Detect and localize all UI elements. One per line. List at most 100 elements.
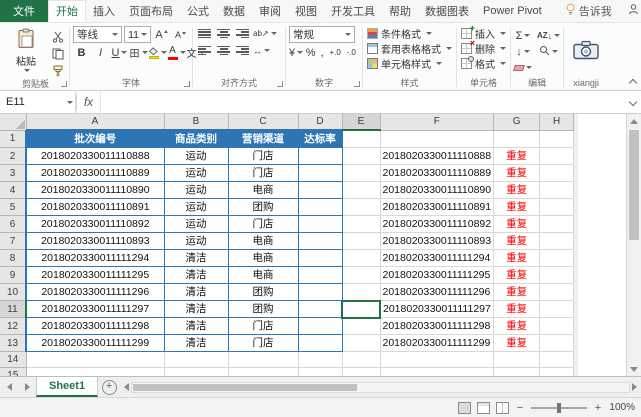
bold-button[interactable]: B bbox=[73, 45, 90, 60]
cell-B13[interactable]: 清洁 bbox=[164, 335, 228, 352]
camera-button[interactable] bbox=[573, 40, 599, 64]
row-header-13[interactable]: 13 bbox=[0, 335, 26, 352]
cell-A13[interactable]: 2018020330011111299 bbox=[26, 335, 164, 352]
italic-button[interactable]: I bbox=[92, 45, 109, 60]
row-header-8[interactable]: 8 bbox=[0, 250, 26, 267]
cell-G4[interactable]: 重复 bbox=[494, 182, 540, 199]
ribbon-tab-视图[interactable]: 视图 bbox=[288, 0, 324, 22]
orientation-button[interactable]: ab↗ bbox=[253, 26, 277, 41]
name-box[interactable]: E11 bbox=[0, 91, 62, 113]
cell-E7[interactable] bbox=[342, 233, 380, 250]
cell-H15[interactable] bbox=[540, 368, 574, 377]
cell-G11[interactable]: 重复 bbox=[494, 301, 540, 318]
vertical-scrollbar[interactable] bbox=[626, 114, 641, 376]
cell-B12[interactable]: 清洁 bbox=[164, 318, 228, 335]
cell-E6[interactable] bbox=[342, 216, 380, 233]
format-cells-button[interactable]: 格式 bbox=[460, 56, 507, 71]
cell-G5[interactable]: 重复 bbox=[494, 199, 540, 216]
cell-A15[interactable] bbox=[26, 368, 164, 377]
row-header-2[interactable]: 2 bbox=[0, 148, 26, 165]
row-header-12[interactable]: 12 bbox=[0, 318, 26, 335]
cell-D7[interactable] bbox=[298, 233, 342, 250]
select-all-corner[interactable] bbox=[0, 114, 26, 130]
cell-F4[interactable]: 2018020330011110890 bbox=[380, 182, 494, 199]
cell-E8[interactable] bbox=[342, 250, 380, 267]
ribbon-tab-开发工具[interactable]: 开发工具 bbox=[324, 0, 382, 22]
cell-E14[interactable] bbox=[342, 352, 380, 368]
align-center-icon[interactable] bbox=[215, 43, 232, 58]
cell-G9[interactable]: 重复 bbox=[494, 267, 540, 284]
cell-F5[interactable]: 2018020330011110891 bbox=[380, 199, 494, 216]
increase-decimal-button[interactable]: +.0 bbox=[328, 45, 342, 60]
underline-button[interactable]: U bbox=[111, 45, 128, 60]
cell-H5[interactable] bbox=[540, 199, 574, 216]
font-dialog-launcher[interactable] bbox=[184, 81, 190, 87]
scroll-up-button[interactable] bbox=[627, 114, 641, 128]
insert-cells-button[interactable]: 插入 bbox=[460, 26, 507, 41]
cell-F11[interactable]: 2018020330011111297 bbox=[380, 301, 494, 318]
cell-A4[interactable]: 2018020330011110890 bbox=[26, 182, 164, 199]
cell-H1[interactable] bbox=[540, 130, 574, 148]
ribbon-tab-开始[interactable]: 开始 bbox=[48, 0, 86, 22]
row-header-14[interactable]: 14 bbox=[0, 352, 26, 368]
cell-D3[interactable] bbox=[298, 165, 342, 182]
cell-D2[interactable] bbox=[298, 148, 342, 165]
number-format-select[interactable]: 常规 bbox=[289, 26, 355, 43]
cell-F2[interactable]: 2018020330011110888 bbox=[380, 148, 494, 165]
sheet-nav-next-button[interactable] bbox=[18, 377, 36, 397]
ribbon-tab-Power Pivot[interactable]: Power Pivot bbox=[476, 0, 549, 22]
font-color-button[interactable]: A bbox=[168, 45, 185, 60]
cell-H6[interactable] bbox=[540, 216, 574, 233]
share-button[interactable]: 共享 bbox=[618, 0, 641, 22]
grow-font-button[interactable]: A bbox=[153, 27, 170, 42]
cell-C11[interactable]: 团购 bbox=[228, 301, 298, 318]
col-header-G[interactable]: G bbox=[494, 114, 540, 130]
cell-D14[interactable] bbox=[298, 352, 342, 368]
cell-A8[interactable]: 2018020330011111294 bbox=[26, 250, 164, 267]
sheet-tab-sheet1[interactable]: Sheet1 bbox=[36, 377, 98, 397]
vertical-scrollbar-track[interactable] bbox=[627, 128, 641, 362]
cell-C2[interactable]: 门店 bbox=[228, 148, 298, 165]
cell-C3[interactable]: 门店 bbox=[228, 165, 298, 182]
cell-D4[interactable] bbox=[298, 182, 342, 199]
zoom-level[interactable]: 100% bbox=[609, 402, 635, 413]
zoom-slider-thumb[interactable] bbox=[557, 403, 561, 413]
horizontal-scrollbar-thumb[interactable] bbox=[133, 384, 357, 391]
cell-A12[interactable]: 2018020330011111298 bbox=[26, 318, 164, 335]
zoom-out-button[interactable]: − bbox=[515, 402, 525, 414]
cell-C13[interactable]: 门店 bbox=[228, 335, 298, 352]
cell-B1[interactable]: 商品类别 bbox=[164, 130, 228, 148]
copy-button[interactable] bbox=[49, 46, 66, 61]
cut-button[interactable] bbox=[49, 29, 66, 44]
cell-F15[interactable] bbox=[380, 368, 494, 377]
cell-D5[interactable] bbox=[298, 199, 342, 216]
cell-G13[interactable]: 重复 bbox=[494, 335, 540, 352]
merge-center-button[interactable]: ↔ bbox=[253, 43, 270, 58]
cell-E10[interactable] bbox=[342, 284, 380, 301]
cell-E9[interactable] bbox=[342, 267, 380, 284]
alignment-dialog-launcher[interactable] bbox=[277, 81, 283, 87]
row-header-15[interactable]: 15 bbox=[0, 368, 26, 377]
cell-E12[interactable] bbox=[342, 318, 380, 335]
align-right-icon[interactable] bbox=[234, 43, 251, 58]
cell-D11[interactable] bbox=[298, 301, 342, 318]
percent-format-button[interactable]: % bbox=[305, 45, 316, 60]
col-header-D[interactable]: D bbox=[298, 114, 342, 130]
col-header-A[interactable]: A bbox=[26, 114, 164, 130]
cell-G3[interactable]: 重复 bbox=[494, 165, 540, 182]
horizontal-scrollbar[interactable] bbox=[120, 377, 641, 397]
autosum-button[interactable]: Σ bbox=[514, 28, 532, 43]
cell-D12[interactable] bbox=[298, 318, 342, 335]
row-header-1[interactable]: 1 bbox=[0, 130, 26, 148]
cell-F8[interactable]: 2018020330011111294 bbox=[380, 250, 494, 267]
borders-button[interactable]: 田 bbox=[130, 45, 147, 60]
clipboard-dialog-launcher[interactable] bbox=[61, 81, 67, 87]
col-header-C[interactable]: C bbox=[228, 114, 298, 130]
fill-button[interactable]: ↓ bbox=[514, 44, 532, 59]
align-middle-icon[interactable] bbox=[215, 26, 232, 41]
cell-H3[interactable] bbox=[540, 165, 574, 182]
page-layout-view-button[interactable] bbox=[477, 402, 490, 414]
cell-D13[interactable] bbox=[298, 335, 342, 352]
ribbon-tab-插入[interactable]: 插入 bbox=[86, 0, 122, 22]
cell-B7[interactable]: 运动 bbox=[164, 233, 228, 250]
